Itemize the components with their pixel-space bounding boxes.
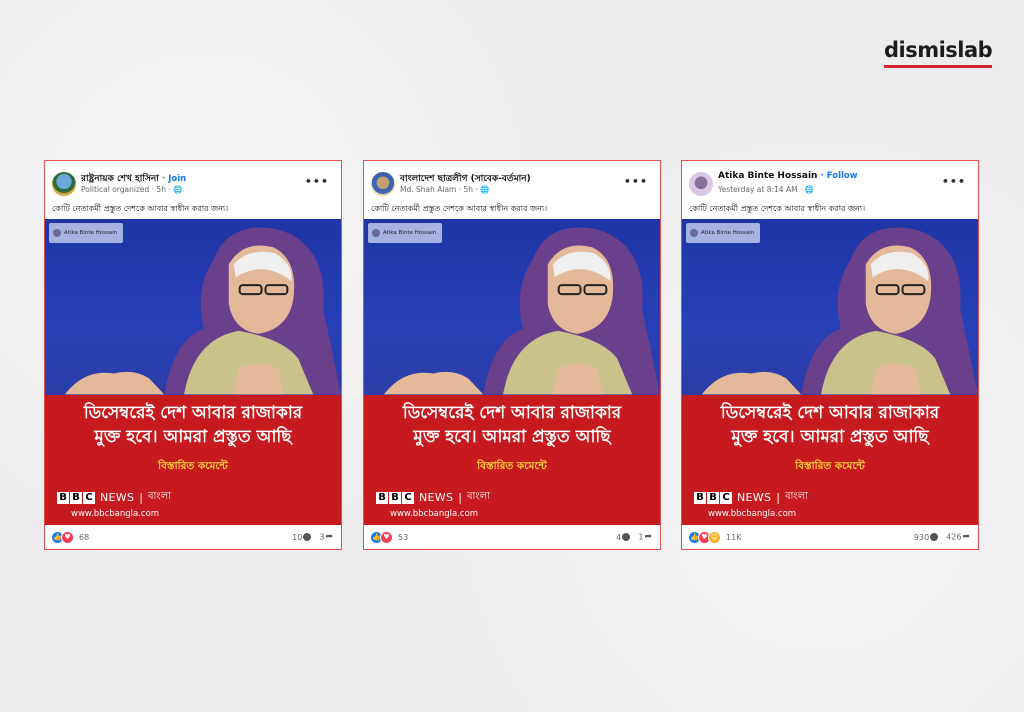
photo-background: Atika Binte Hossain xyxy=(45,219,341,395)
bbc-blocks-icon: BBC xyxy=(57,491,95,504)
globe-icon: 🌐 xyxy=(804,185,815,194)
post-caption: কোটি নেতাকর্মী প্রস্তুত দেশকে আবার স্বাধ… xyxy=(689,204,866,213)
reactions[interactable]: 👍 ♥ 53 xyxy=(370,531,408,544)
post-caption: কোটি নেতাকর্মী প্রস্তুত দেশকে আবার স্বাধ… xyxy=(371,204,548,213)
facebook-post-card: রাষ্ট্রনায়ক শেখ হাসিনা · Join Political… xyxy=(44,160,342,550)
post-author[interactable]: Atika Binte Hossain xyxy=(718,171,817,181)
reaction-count: 53 xyxy=(398,533,409,542)
speaker-portrait xyxy=(383,227,660,395)
post-footer: 👍 ♥ ☺ 11K 930 426➦ xyxy=(682,527,978,549)
watermark-avatar-icon xyxy=(53,229,61,237)
post-header: Atika Binte Hossain · Follow Yesterday a… xyxy=(682,161,978,201)
headline: ডিসেম্বরেই দেশ আবার রাজাকার মুক্ত হবে। আ… xyxy=(402,403,622,447)
bbc-blocks-icon: BBC xyxy=(376,491,414,504)
facebook-post-card: বাংলাদেশ ছাত্রলীগ (সাবেক-বর্তমান) Md. Sh… xyxy=(363,160,661,550)
photo-background: Atika Binte Hossain xyxy=(364,219,660,395)
facebook-post-card: Atika Binte Hossain · Follow Yesterday a… xyxy=(681,160,979,550)
source-url: www.bbcbangla.com xyxy=(390,509,479,519)
comment-icon xyxy=(930,533,939,541)
profile-watermark: Atika Binte Hossain xyxy=(686,223,760,243)
comment-count[interactable]: 10 xyxy=(292,533,312,542)
reactions[interactable]: 👍 ♥ ☺ 11K xyxy=(688,531,741,544)
profile-watermark: Atika Binte Hossain xyxy=(49,223,123,243)
watermark-avatar-icon xyxy=(372,229,380,237)
speaker-portrait xyxy=(701,227,978,395)
join-button[interactable]: Join xyxy=(168,174,186,184)
photo-background: Atika Binte Hossain xyxy=(682,219,978,395)
post-image[interactable]: Atika Binte Hossain ডিসেম্বরেই দেশ আবার … xyxy=(45,219,341,525)
share-count[interactable]: 426➦ xyxy=(946,532,970,542)
share-count[interactable]: 3➦ xyxy=(319,532,333,542)
post-image[interactable]: Atika Binte Hossain ডিসেম্বরেই দেশ আবার … xyxy=(364,219,660,525)
share-count[interactable]: 1➦ xyxy=(638,532,652,542)
post-author[interactable]: রাষ্ট্রনায়ক শেখ হাসিনা xyxy=(81,174,159,184)
more-options-icon[interactable]: ••• xyxy=(942,175,966,188)
post-meta: Political organized · 5h · 🌐 xyxy=(81,185,183,194)
dismislab-logo: dismislab xyxy=(884,38,994,68)
post-meta: Yesterday at 8:14 AM · 🌐 xyxy=(718,185,815,194)
share-icon: ➦ xyxy=(644,532,652,542)
comment-count[interactable]: 930 xyxy=(914,533,939,542)
love-icon: ♥ xyxy=(380,531,393,544)
source-url: www.bbcbangla.com xyxy=(71,509,160,519)
headline-banner: ডিসেম্বরেই দেশ আবার রাজাকার মুক্ত হবে। আ… xyxy=(45,395,341,525)
comment-icon xyxy=(303,533,312,541)
brand-name: dismislab xyxy=(884,38,993,62)
details-in-comments: বিস্তারিত কমেন্টে xyxy=(795,460,865,472)
details-in-comments: বিস্তারিত কমেন্টে xyxy=(477,460,547,472)
avatar[interactable] xyxy=(689,172,713,196)
follow-button[interactable]: Follow xyxy=(827,171,858,181)
bbc-news-logo: BBC NEWS | বাংলা xyxy=(694,489,808,506)
globe-icon: 🌐 xyxy=(480,185,490,194)
headline-banner: ডিসেম্বরেই দেশ আবার রাজাকার মুক্ত হবে। আ… xyxy=(682,395,978,525)
post-meta: Md. Shah Alam · 5h · 🌐 xyxy=(400,185,490,194)
love-icon: ♥ xyxy=(61,531,74,544)
post-caption: কোটি নেতাকর্মী প্রস্তুত দেশকে আবার স্বাধ… xyxy=(52,204,229,213)
bbc-blocks-icon: BBC xyxy=(694,491,732,504)
headline: ডিসেম্বরেই দেশ আবার রাজাকার মুক্ত হবে। আ… xyxy=(720,403,940,447)
bbc-news-logo: BBC NEWS | বাংলা xyxy=(376,489,490,506)
post-header: রাষ্ট্রনায়ক শেখ হাসিনা · Join Political… xyxy=(45,161,341,201)
post-footer: 👍 ♥ 68 10 3➦ xyxy=(45,527,341,549)
watermark-avatar-icon xyxy=(690,229,698,237)
avatar[interactable] xyxy=(371,172,395,196)
post-image[interactable]: Atika Binte Hossain ডিসেম্বরেই দেশ আবার … xyxy=(682,219,978,525)
bbc-news-logo: BBC NEWS | বাংলা xyxy=(57,489,171,506)
post-footer: 👍 ♥ 53 4 1➦ xyxy=(364,527,660,549)
details-in-comments: বিস্তারিত কমেন্টে xyxy=(158,460,228,472)
share-icon: ➦ xyxy=(962,532,970,542)
source-url: www.bbcbangla.com xyxy=(708,509,797,519)
reactions[interactable]: 👍 ♥ 68 xyxy=(51,531,89,544)
brand-underline xyxy=(884,65,992,68)
globe-icon: 🌐 xyxy=(173,185,183,194)
headline-banner: ডিসেম্বরেই দেশ আবার রাজাকার মুক্ত হবে। আ… xyxy=(364,395,660,525)
comment-count[interactable]: 4 xyxy=(616,533,631,542)
more-options-icon[interactable]: ••• xyxy=(305,175,329,188)
post-author[interactable]: বাংলাদেশ ছাত্রলীগ (সাবেক-বর্তমান) xyxy=(400,174,531,184)
reaction-count: 11K xyxy=(726,533,742,542)
more-options-icon[interactable]: ••• xyxy=(624,175,648,188)
avatar[interactable] xyxy=(52,172,76,196)
comment-icon xyxy=(622,533,631,541)
reaction-count: 68 xyxy=(79,533,90,542)
post-header: বাংলাদেশ ছাত্রলীগ (সাবেক-বর্তমান) Md. Sh… xyxy=(364,161,660,201)
headline: ডিসেম্বরেই দেশ আবার রাজাকার মুক্ত হবে। আ… xyxy=(83,403,303,447)
share-icon: ➦ xyxy=(325,532,333,542)
profile-watermark: Atika Binte Hossain xyxy=(368,223,442,243)
haha-icon: ☺ xyxy=(708,531,721,544)
speaker-portrait xyxy=(64,227,341,395)
